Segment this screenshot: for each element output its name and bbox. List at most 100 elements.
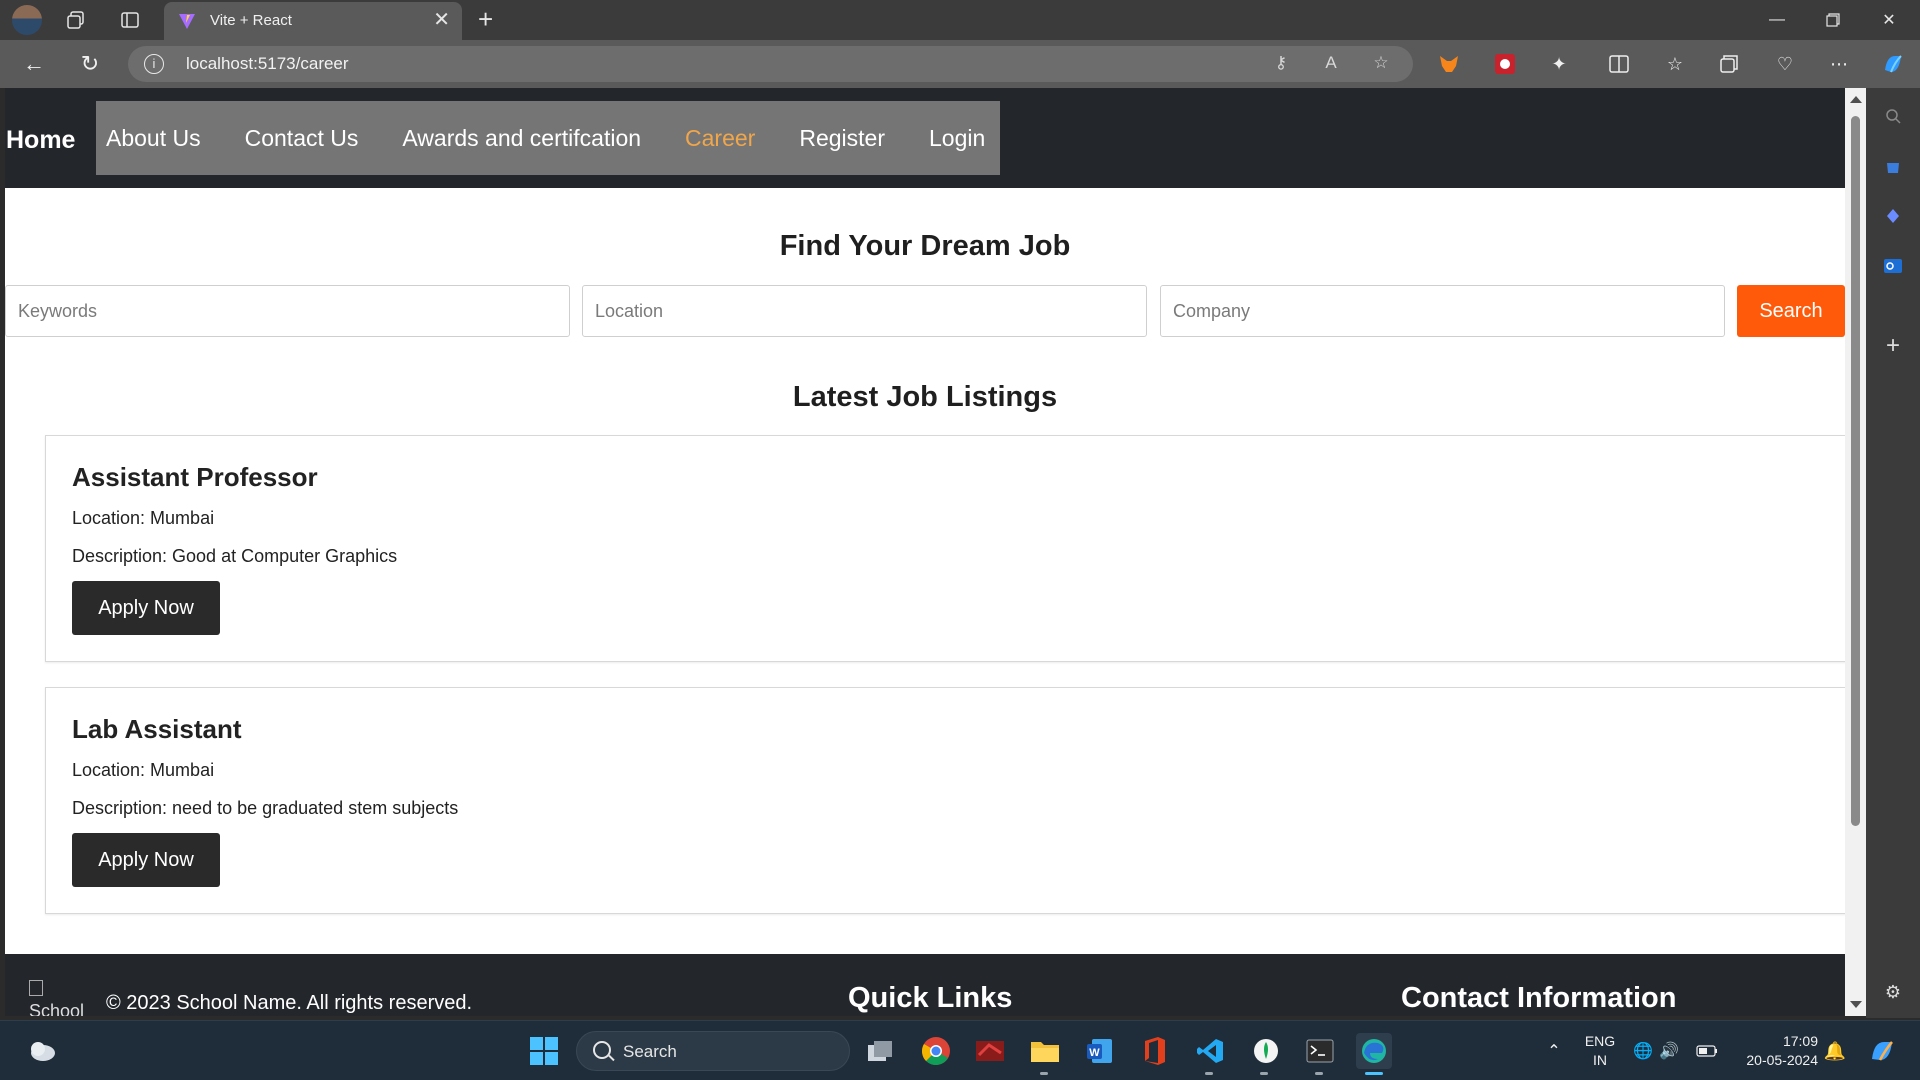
- find-job-heading: Find Your Dream Job: [779, 230, 1071, 262]
- close-window-icon[interactable]: ✕: [1862, 0, 1916, 40]
- site-navbar: Home About Us Contact Us Awards and cert…: [5, 88, 1845, 188]
- search-button[interactable]: Search: [1737, 285, 1845, 337]
- favorite-star-icon[interactable]: ☆: [1370, 53, 1392, 75]
- sidebar-search-icon[interactable]: [1879, 102, 1907, 130]
- workspaces-icon[interactable]: [62, 6, 90, 34]
- edge-browser-icon[interactable]: [1356, 1033, 1392, 1069]
- footer-logo-alt: School: [29, 1001, 85, 1016]
- active-app-indicator: [1365, 1072, 1383, 1075]
- footer-quick-links-heading: Quick Links: [848, 982, 1013, 1014]
- tab-close-icon[interactable]: ✕: [433, 8, 450, 32]
- apply-now-button[interactable]: Apply Now: [72, 833, 220, 887]
- page-scrollbar[interactable]: [1845, 88, 1866, 1016]
- sidebar-shopping-icon[interactable]: [1879, 152, 1907, 180]
- metamask-extension-icon[interactable]: [1436, 51, 1462, 77]
- browser-essentials-icon[interactable]: ♡: [1772, 51, 1798, 77]
- extensions-puzzle-icon[interactable]: ✦: [1546, 51, 1572, 77]
- vite-favicon-icon: [179, 14, 195, 29]
- windows-taskbar: Search W ⌃ ENG IN 🌐 🔊 17:09 20-05-2024 🔔: [0, 1020, 1920, 1080]
- profile-avatar-icon[interactable]: [12, 5, 42, 35]
- nav-link-awards[interactable]: Awards and certifcation: [402, 125, 641, 152]
- more-menu-icon[interactable]: ⋯: [1826, 51, 1852, 77]
- copilot-icon[interactable]: [1880, 51, 1906, 77]
- nav-link-login[interactable]: Login: [929, 125, 985, 152]
- location-input[interactable]: [582, 285, 1147, 337]
- network-globe-icon[interactable]: 🌐: [1630, 1033, 1656, 1069]
- job-card: Assistant Professor Location: Mumbai Des…: [45, 435, 1845, 662]
- scroll-down-arrow-icon[interactable]: [1850, 1001, 1862, 1008]
- split-screen-icon[interactable]: [1606, 51, 1632, 77]
- copilot-taskbar-icon[interactable]: [1864, 1033, 1900, 1069]
- nav-link-contact[interactable]: Contact Us: [245, 125, 359, 152]
- back-arrow-icon[interactable]: ←: [18, 48, 50, 80]
- file-explorer-icon[interactable]: [1027, 1033, 1063, 1069]
- job-location: Location: Mumbai: [72, 760, 215, 780]
- tab-title: Vite + React: [210, 12, 292, 29]
- job-description: Description: Good at Computer Graphics: [72, 546, 398, 566]
- latest-listings-heading: Latest Job Listings: [792, 381, 1058, 413]
- nav-link-register[interactable]: Register: [799, 125, 885, 152]
- site-info-icon[interactable]: i: [144, 54, 164, 74]
- browser-tab-bar: Vite + React ✕ + — ✕: [0, 0, 1920, 40]
- chrome-icon[interactable]: [918, 1033, 954, 1069]
- task-view-icon[interactable]: [862, 1033, 898, 1069]
- broken-image-icon: [29, 980, 43, 996]
- nav-brand-home[interactable]: Home: [6, 126, 75, 155]
- taskbar-search-box[interactable]: Search: [576, 1031, 850, 1071]
- refresh-icon[interactable]: ↻: [74, 48, 106, 80]
- edge-sidebar: + ⚙: [1866, 88, 1920, 1018]
- clock-time: 17:09: [1782, 1033, 1818, 1049]
- page-viewport: Home About Us Contact Us Awards and cert…: [5, 88, 1845, 1016]
- volume-icon[interactable]: 🔊: [1656, 1033, 1682, 1069]
- collections-icon[interactable]: [1716, 51, 1742, 77]
- url-text[interactable]: localhost:5173/career: [186, 54, 349, 74]
- vertical-tabs-icon[interactable]: [116, 6, 144, 34]
- notification-bell-icon[interactable]: 🔔: [1822, 1033, 1848, 1069]
- footer-copyright: © 2023 School Name. All rights reserved.: [106, 992, 473, 1014]
- footer-logo-broken-image: School: [29, 980, 89, 1016]
- word-icon[interactable]: W: [1082, 1033, 1118, 1069]
- keywords-input[interactable]: [5, 285, 570, 337]
- weather-icon[interactable]: [24, 1033, 60, 1069]
- sidebar-settings-icon[interactable]: ⚙: [1879, 978, 1907, 1006]
- app-icon[interactable]: [972, 1033, 1008, 1069]
- scroll-up-arrow-icon[interactable]: [1850, 96, 1862, 103]
- password-key-icon[interactable]: ⚷: [1270, 53, 1292, 75]
- nav-link-career[interactable]: Career: [685, 125, 755, 152]
- mongodb-icon[interactable]: [1248, 1033, 1284, 1069]
- job-location: Location: Mumbai: [72, 508, 215, 528]
- nav-link-about[interactable]: About Us: [106, 125, 201, 152]
- nav-menu: About Us Contact Us Awards and certifcat…: [96, 101, 1000, 175]
- favorites-icon[interactable]: ☆: [1662, 51, 1688, 77]
- job-title: Lab Assistant: [72, 714, 242, 744]
- active-tab[interactable]: Vite + React ✕: [164, 2, 462, 40]
- extension-icon[interactable]: [1492, 51, 1518, 77]
- region-code: IN: [1593, 1052, 1607, 1068]
- battery-icon[interactable]: [1694, 1033, 1720, 1069]
- sidebar-add-icon[interactable]: +: [1879, 332, 1907, 360]
- language-indicator[interactable]: ENG IN: [1572, 1032, 1628, 1070]
- sidebar-outlook-icon[interactable]: [1879, 252, 1907, 280]
- address-bar[interactable]: i localhost:5173/career ⚷ A ☆: [128, 46, 1413, 82]
- new-tab-button[interactable]: +: [478, 4, 493, 35]
- job-description: Description: need to be graduated stem s…: [72, 798, 459, 818]
- scrollbar-thumb[interactable]: [1851, 116, 1860, 826]
- sidebar-copilot-icon[interactable]: [1879, 202, 1907, 230]
- windows-start-icon[interactable]: [526, 1033, 562, 1069]
- vscode-icon[interactable]: [1192, 1033, 1228, 1069]
- read-aloud-icon[interactable]: A: [1320, 53, 1342, 75]
- job-title: Assistant Professor: [72, 462, 318, 492]
- clock[interactable]: 17:09 20-05-2024: [1736, 1032, 1818, 1070]
- minimize-icon[interactable]: —: [1750, 0, 1804, 40]
- footer-contact-heading: Contact Information: [1401, 982, 1677, 1014]
- company-input[interactable]: [1160, 285, 1725, 337]
- terminal-icon[interactable]: [1302, 1033, 1338, 1069]
- language-code: ENG: [1584, 1033, 1616, 1049]
- svg-text:W: W: [1089, 1047, 1100, 1059]
- running-indicator: [1205, 1072, 1213, 1075]
- tray-overflow-chevron-icon[interactable]: ⌃: [1536, 1033, 1572, 1069]
- running-indicator: [1040, 1072, 1048, 1075]
- apply-now-button[interactable]: Apply Now: [72, 581, 220, 635]
- office-icon[interactable]: [1137, 1033, 1173, 1069]
- restore-icon[interactable]: [1806, 0, 1860, 40]
